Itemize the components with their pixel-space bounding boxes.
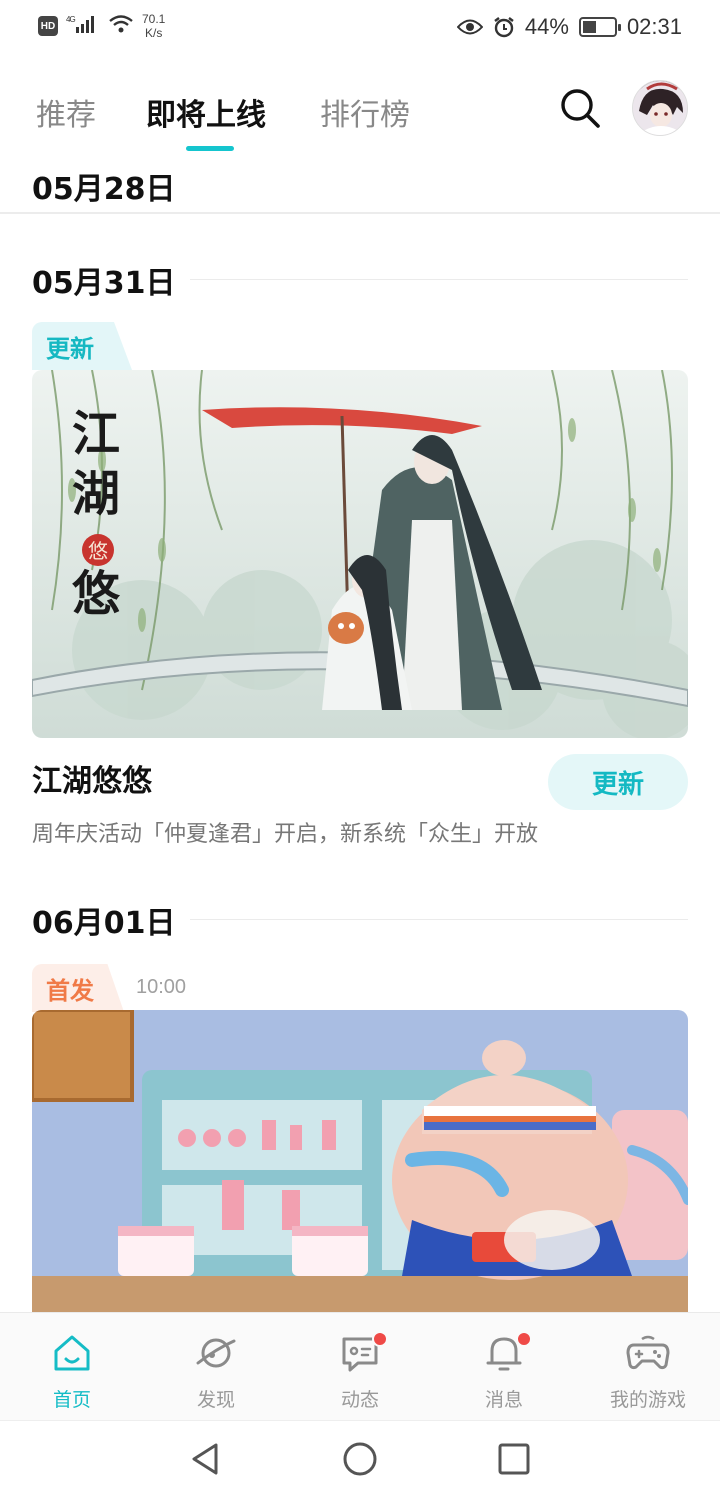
nav-home[interactable]: 首页 xyxy=(0,1313,144,1421)
date-header: 05月31日 xyxy=(0,258,720,301)
nav-messages-label: 消息 xyxy=(484,1389,523,1411)
battery-fill xyxy=(582,21,597,33)
date-divider xyxy=(190,279,688,280)
svg-text:湖: 湖 xyxy=(72,466,120,522)
nav-my-games[interactable]: 我的游戏 xyxy=(576,1313,720,1421)
alarm-icon xyxy=(493,16,515,38)
planet-icon xyxy=(196,1338,236,1368)
signal-icon: 4G xyxy=(66,14,100,38)
user-avatar[interactable] xyxy=(632,80,688,136)
game-description: 周年庆活动「仲夏逢君」开启，新系统「众生」开放 xyxy=(32,822,539,847)
clock: 02:31 xyxy=(626,14,682,39)
battery-percent: 44% xyxy=(524,14,569,39)
home-circle-icon[interactable] xyxy=(340,1439,380,1479)
nav-discover[interactable]: 发现 xyxy=(144,1313,288,1421)
game-banner-bakery[interactable] xyxy=(32,1010,688,1312)
date-header: 06月01日 xyxy=(0,898,720,941)
svg-text:江: 江 xyxy=(72,406,120,462)
hd-badge: HD xyxy=(38,16,58,36)
wifi-icon xyxy=(108,14,134,38)
bottom-nav: 首页 发现 动态 消息 我的游戏 xyxy=(0,1312,720,1420)
back-icon[interactable] xyxy=(186,1439,226,1479)
network-speed: 70.1 K/s xyxy=(142,12,165,40)
sticky-date-label: 05月28日 xyxy=(32,172,176,207)
network-type: 4G xyxy=(66,15,75,24)
gamepad-icon xyxy=(626,1335,670,1370)
battery-icon xyxy=(578,17,621,37)
svg-text:悠: 悠 xyxy=(88,539,108,563)
tab-upcoming[interactable]: 即将上线 xyxy=(146,90,266,134)
messages-badge xyxy=(516,1331,532,1347)
nav-home-label: 首页 xyxy=(52,1389,91,1411)
speed-unit: K/s xyxy=(145,26,163,40)
eye-icon xyxy=(456,18,483,36)
home-icon xyxy=(54,1335,90,1371)
game-banner-jianghu[interactable]: 江 湖 悠 悠 xyxy=(32,370,688,738)
update-button[interactable]: 更新 xyxy=(548,754,688,810)
status-right: 44% 02:31 xyxy=(456,14,682,40)
banner-illustration xyxy=(32,1010,688,1312)
status-left: HD 4G 70.1 K/s xyxy=(38,12,165,40)
speed-value: 70.1 xyxy=(142,12,166,26)
nav-feed-label: 动态 xyxy=(340,1389,379,1411)
nav-messages[interactable]: 消息 xyxy=(432,1313,576,1421)
active-tab-indicator xyxy=(186,146,234,151)
game-title[interactable]: 江湖悠悠 xyxy=(32,756,152,800)
nav-discover-label: 发现 xyxy=(196,1389,235,1411)
nav-feed[interactable]: 动态 xyxy=(288,1313,432,1421)
svg-text:悠: 悠 xyxy=(72,566,121,622)
top-tab-bar: 推荐 即将上线 排行榜 xyxy=(0,64,720,154)
banner-calligraphy: 江 湖 悠 xyxy=(72,406,121,622)
date-label: 06月01日 xyxy=(32,906,176,941)
system-nav-bar xyxy=(0,1420,720,1496)
recents-icon[interactable] xyxy=(494,1439,534,1479)
status-bar: HD 4G 70.1 K/s 44% 02:31 xyxy=(0,0,720,56)
sticky-date-header: 05月28日 xyxy=(0,158,720,214)
date-label: 05月31日 xyxy=(32,266,176,301)
date-divider xyxy=(190,919,688,920)
banner-illustration: 江 湖 悠 悠 xyxy=(32,370,688,738)
update-tag: 更新 xyxy=(32,322,132,370)
tab-ranking[interactable]: 排行榜 xyxy=(320,90,410,134)
first-release-tag: 首发 xyxy=(32,964,124,1012)
search-icon[interactable] xyxy=(558,86,602,130)
nav-my-games-label: 我的游戏 xyxy=(609,1389,686,1411)
tab-recommend[interactable]: 推荐 xyxy=(36,90,96,134)
release-time: 10:00 xyxy=(136,976,187,998)
feed-badge xyxy=(372,1331,388,1347)
